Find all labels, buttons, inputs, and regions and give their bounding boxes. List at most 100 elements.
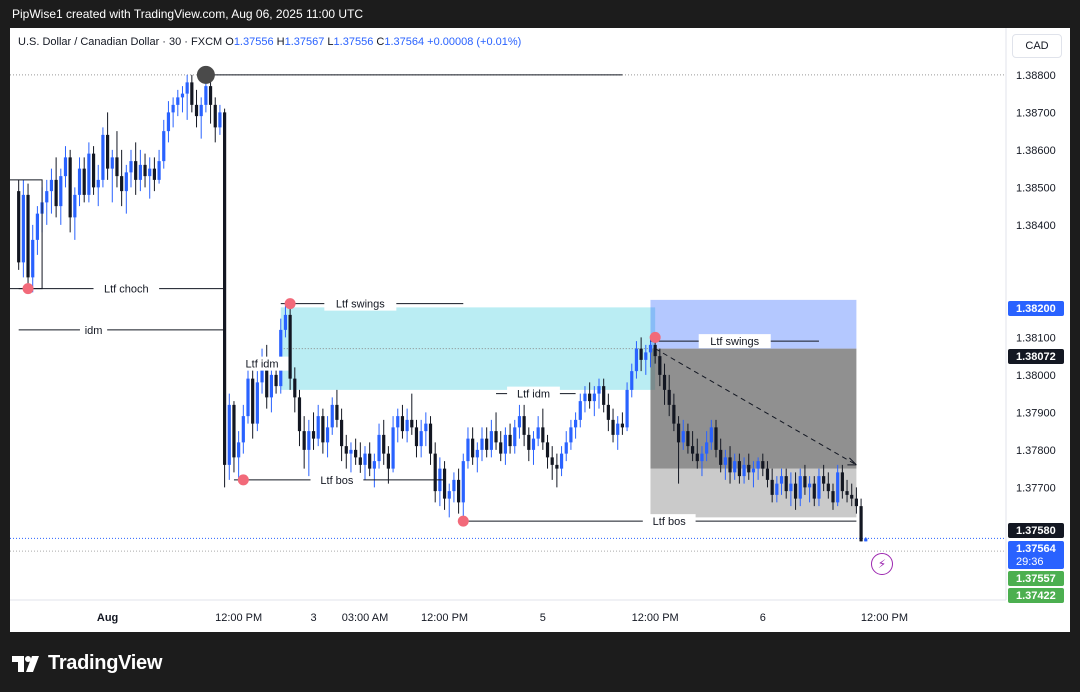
candle-body	[176, 97, 180, 105]
open-label: O	[225, 36, 234, 48]
y-tick-label: 1.38000	[1016, 370, 1056, 382]
candle-body	[686, 431, 690, 447]
high-value: 1.37567	[284, 36, 325, 48]
candle-body	[457, 479, 461, 503]
candle-body	[836, 472, 840, 503]
candle-body	[733, 461, 737, 473]
candle-body	[489, 431, 493, 450]
candle-body	[400, 416, 405, 432]
candle-body	[513, 427, 517, 447]
chart-canvas[interactable]: Ltf choch idm Ltf swings Ltf idm Ltf bos Ltf …	[10, 28, 1070, 632]
candle-body	[344, 446, 348, 454]
lightning-icon[interactable]: ⚡	[871, 553, 893, 575]
candle-body	[218, 112, 222, 128]
y-tick-label: 1.38400	[1016, 220, 1056, 232]
candle-body	[475, 449, 479, 458]
candle-body	[658, 356, 662, 375]
candle-body	[368, 453, 372, 469]
candle-body	[91, 153, 96, 188]
candle-body	[204, 86, 208, 105]
currency-button[interactable]: CAD	[1012, 34, 1062, 58]
candle-body	[817, 476, 821, 499]
swing-low-marker	[22, 283, 34, 295]
candle-body	[812, 483, 816, 499]
candle-body	[611, 419, 615, 435]
tradingview-logo-icon	[12, 655, 39, 672]
candle-body	[311, 431, 316, 439]
price-badge-label: 1.37564	[1016, 543, 1057, 555]
candle-body	[822, 476, 826, 484]
candle-body	[461, 461, 465, 503]
tradingview-logo[interactable]: TradingView	[12, 652, 162, 675]
candle-body	[115, 157, 119, 177]
candle-body	[574, 419, 578, 428]
x-tick-label: Aug	[97, 612, 118, 624]
candle-body	[723, 457, 727, 465]
candle-body	[232, 404, 236, 458]
candle-body	[120, 176, 124, 192]
y-tick-label: 1.38500	[1016, 182, 1056, 194]
candle-body	[719, 449, 723, 465]
close-value: 1.37564	[384, 36, 425, 48]
candle-body	[325, 427, 330, 443]
candle-body	[850, 494, 854, 499]
candle-body	[335, 404, 339, 420]
candle-body	[691, 446, 695, 454]
candle-body	[138, 164, 142, 180]
candle-body	[583, 393, 587, 402]
candle-body	[59, 176, 63, 207]
candle-body	[569, 427, 573, 443]
candle-body	[166, 112, 171, 132]
candle-body	[466, 438, 470, 462]
candle-body	[82, 168, 86, 195]
annotation-label: Ltf choch	[104, 284, 149, 296]
candle-body	[681, 431, 685, 443]
candle-body	[559, 453, 564, 469]
candle-body	[77, 168, 82, 195]
candle-body	[194, 104, 199, 117]
candle-body	[363, 453, 367, 465]
y-tick-label: 1.38600	[1016, 145, 1056, 157]
annotation-label: Ltf idm	[517, 389, 550, 401]
candle-body	[700, 453, 704, 462]
candle-body	[26, 194, 30, 278]
candle-body	[494, 431, 498, 443]
candle-body	[134, 161, 138, 180]
candle-body	[845, 491, 849, 495]
y-tick-label: 1.38800	[1016, 70, 1056, 82]
candle-body	[751, 468, 756, 473]
candle-body	[639, 348, 643, 360]
candle-body	[110, 157, 114, 169]
candle-body	[447, 491, 451, 499]
candle-body	[672, 404, 676, 424]
candle-body	[541, 427, 545, 443]
candle-body	[662, 374, 667, 390]
candle-body	[808, 483, 812, 488]
candle-body	[667, 389, 671, 405]
candle-body	[148, 168, 152, 177]
candle-body	[293, 378, 297, 398]
y-tick-label: 1.38100	[1016, 332, 1056, 344]
candle-body	[550, 457, 554, 465]
candle-body	[54, 179, 58, 207]
candle-body	[274, 374, 278, 387]
candle-body	[742, 464, 746, 477]
candle-body	[241, 416, 245, 443]
candle-body	[625, 389, 629, 428]
candle-body	[143, 164, 147, 177]
candle-body	[372, 461, 376, 469]
candle-body	[840, 472, 844, 492]
candle-body	[424, 423, 428, 432]
candle-body	[503, 434, 507, 454]
candle-body	[129, 161, 133, 173]
candle-body	[21, 194, 25, 263]
candle-body	[124, 172, 128, 192]
x-tick-label: 3	[310, 612, 316, 624]
candle-body	[162, 131, 166, 162]
candle-body	[756, 461, 760, 469]
candle-body	[620, 423, 624, 428]
chart-frame[interactable]: Ltf choch idm Ltf swings Ltf idm Ltf bos Ltf …	[10, 28, 1070, 632]
candle-body	[803, 476, 807, 488]
candle-body	[382, 434, 386, 454]
annotation-label: Ltf bos	[320, 475, 354, 487]
